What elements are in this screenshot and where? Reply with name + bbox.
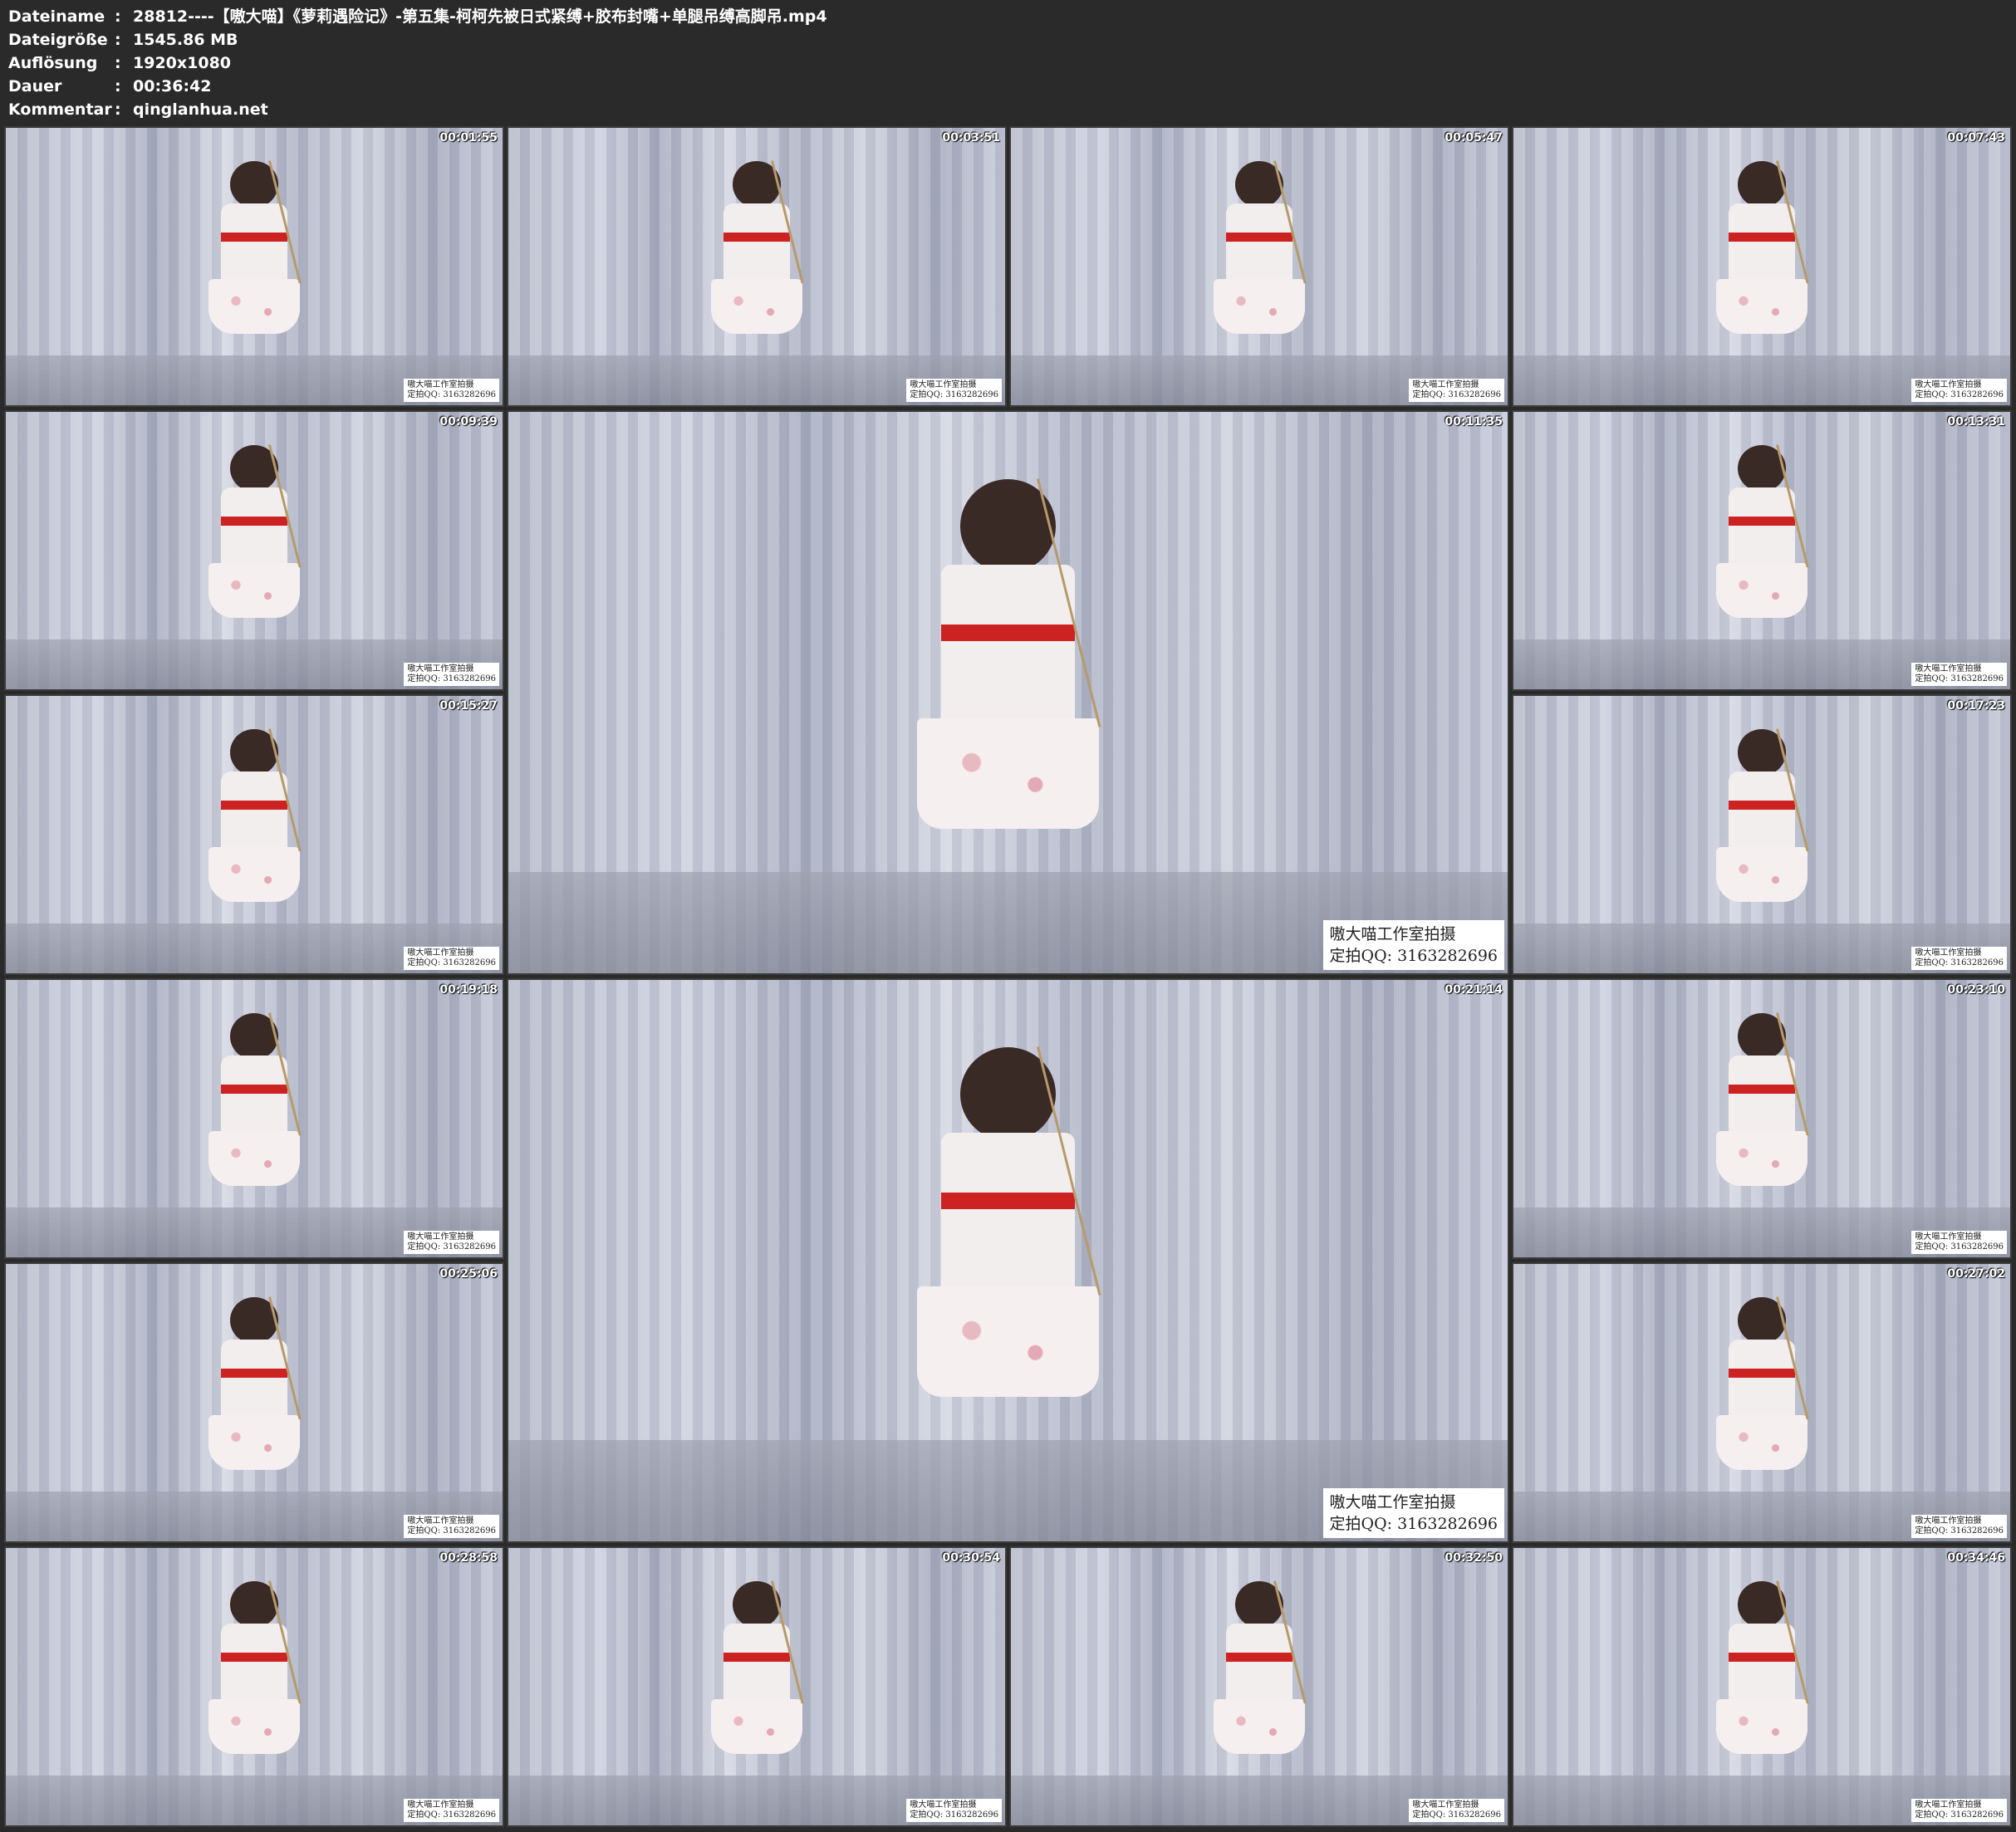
- thumbnail-timestamp: 00:28:58: [439, 1551, 498, 1565]
- thumbnail-timestamp: 00:30:54: [942, 1551, 1000, 1565]
- watermark: 嗷大喵工作室拍摄 定拍QQ: 3163282696: [906, 1799, 1002, 1822]
- video-thumbnail[interactable]: 00:28:58 嗷大喵工作室拍摄 定拍QQ: 3163282696: [4, 1546, 504, 1827]
- watermark: 嗷大喵工作室拍摄 定拍QQ: 3163282696: [404, 663, 499, 686]
- thumbnail-grid: 00:01:55 嗷大喵工作室拍摄 定拍QQ: 3163282696 00:03:…: [0, 0, 2016, 1832]
- thumbnail-figure: [888, 1046, 1128, 1474]
- watermark: 嗷大喵工作室拍摄 定拍QQ: 3163282696: [1911, 1799, 2007, 1822]
- thumbnail-figure: [194, 1296, 314, 1508]
- thumbnail-figure: [1199, 1580, 1319, 1792]
- thumbnail-timestamp: 00:19:18: [439, 983, 498, 997]
- video-thumbnail[interactable]: 00:23:10 嗷大喵工作室拍摄 定拍QQ: 3163282696: [1512, 978, 2012, 1259]
- watermark: 嗷大喵工作室拍摄 定拍QQ: 3163282696: [1911, 379, 2007, 402]
- thumbnail-figure: [194, 1012, 314, 1224]
- video-thumbnail[interactable]: 00:30:54 嗷大喵工作室拍摄 定拍QQ: 3163282696: [507, 1546, 1007, 1827]
- video-thumbnail[interactable]: 00:03:51 嗷大喵工作室拍摄 定拍QQ: 3163282696: [507, 126, 1007, 407]
- watermark: 嗷大喵工作室拍摄 定拍QQ: 3163282696: [1322, 1488, 1504, 1538]
- thumbnail-timestamp: 00:11:35: [1445, 415, 1503, 429]
- thumbnail-timestamp: 00:27:02: [1947, 1267, 2005, 1281]
- thumbnail-figure: [1702, 1580, 1822, 1792]
- video-thumbnail[interactable]: 00:34:46 嗷大喵工作室拍摄 定拍QQ: 3163282696: [1512, 1546, 2012, 1827]
- thumbnail-timestamp: 00:17:23: [1947, 699, 2005, 713]
- thumbnail-figure: [194, 160, 314, 372]
- video-thumbnail[interactable]: 00:01:55 嗷大喵工作室拍摄 定拍QQ: 3163282696: [4, 126, 504, 407]
- video-thumbnail[interactable]: 00:13:31 嗷大喵工作室拍摄 定拍QQ: 3163282696: [1512, 410, 2012, 691]
- thumbnail-timestamp: 00:23:10: [1947, 983, 2005, 997]
- watermark: 嗷大喵工作室拍摄 定拍QQ: 3163282696: [1409, 379, 1504, 402]
- watermark: 嗷大喵工作室拍摄 定拍QQ: 3163282696: [906, 379, 1002, 402]
- thumbnail-figure: [1702, 1012, 1822, 1224]
- thumbnail-timestamp: 00:21:14: [1445, 983, 1503, 997]
- video-thumbnail-large[interactable]: 00:21:14 嗷大喵工作室拍摄 定拍QQ: 3163282696: [507, 978, 1509, 1543]
- thumbnail-figure: [1702, 728, 1822, 940]
- thumbnail-timestamp: 00:32:50: [1445, 1551, 1503, 1565]
- contact-sheet: Dateiname : 28812----【嗷大喵】《萝莉遇险记》-第五集-柯柯…: [0, 0, 2016, 1832]
- thumbnail-figure: [1702, 444, 1822, 656]
- thumbnail-figure: [1702, 160, 1822, 372]
- thumbnail-timestamp: 00:03:51: [942, 131, 1000, 145]
- thumbnail-timestamp: 00:13:31: [1947, 415, 2005, 429]
- thumbnail-timestamp: 00:09:39: [439, 415, 498, 429]
- thumbnail-timestamp: 00:25:06: [439, 1267, 498, 1281]
- video-thumbnail[interactable]: 00:17:23 嗷大喵工作室拍摄 定拍QQ: 3163282696: [1512, 694, 2012, 975]
- thumbnail-figure: [194, 1580, 314, 1792]
- video-thumbnail[interactable]: 00:15:27 嗷大喵工作室拍摄 定拍QQ: 3163282696: [4, 694, 504, 975]
- video-thumbnail[interactable]: 00:19:18 嗷大喵工作室拍摄 定拍QQ: 3163282696: [4, 978, 504, 1259]
- video-thumbnail[interactable]: 00:07:43 嗷大喵工作室拍摄 定拍QQ: 3163282696: [1512, 126, 2012, 407]
- watermark: 嗷大喵工作室拍摄 定拍QQ: 3163282696: [404, 947, 499, 970]
- thumbnail-figure: [194, 444, 314, 656]
- watermark: 嗷大喵工作室拍摄 定拍QQ: 3163282696: [1911, 1231, 2007, 1254]
- video-thumbnail[interactable]: 00:32:50 嗷大喵工作室拍摄 定拍QQ: 3163282696: [1009, 1546, 1509, 1827]
- thumbnail-figure: [1702, 1296, 1822, 1508]
- watermark: 嗷大喵工作室拍摄 定拍QQ: 3163282696: [1409, 1799, 1504, 1822]
- watermark: 嗷大喵工作室拍摄 定拍QQ: 3163282696: [404, 1799, 499, 1822]
- thumbnail-timestamp: 00:05:47: [1445, 131, 1503, 145]
- watermark: 嗷大喵工作室拍摄 定拍QQ: 3163282696: [1911, 947, 2007, 970]
- watermark: 嗷大喵工作室拍摄 定拍QQ: 3163282696: [1911, 663, 2007, 686]
- thumbnail-timestamp: 00:01:55: [439, 131, 498, 145]
- thumbnail-figure: [1199, 160, 1319, 372]
- watermark: 嗷大喵工作室拍摄 定拍QQ: 3163282696: [1911, 1515, 2007, 1538]
- thumbnail-timestamp: 00:07:43: [1947, 131, 2005, 145]
- watermark: 嗷大喵工作室拍摄 定拍QQ: 3163282696: [404, 1515, 499, 1538]
- thumbnail-figure: [194, 728, 314, 940]
- thumbnail-timestamp: 00:34:46: [1947, 1551, 2005, 1565]
- watermark: 嗷大喵工作室拍摄 定拍QQ: 3163282696: [1322, 920, 1504, 970]
- thumbnail-figure: [888, 478, 1128, 906]
- video-thumbnail[interactable]: 00:25:06 嗷大喵工作室拍摄 定拍QQ: 3163282696: [4, 1262, 504, 1543]
- video-thumbnail[interactable]: 00:09:39 嗷大喵工作室拍摄 定拍QQ: 3163282696: [4, 410, 504, 691]
- watermark: 嗷大喵工作室拍摄 定拍QQ: 3163282696: [404, 1231, 499, 1254]
- video-thumbnail[interactable]: 00:27:02 嗷大喵工作室拍摄 定拍QQ: 3163282696: [1512, 1262, 2012, 1543]
- video-thumbnail-large[interactable]: 00:11:35 嗷大喵工作室拍摄 定拍QQ: 3163282696: [507, 410, 1509, 975]
- thumbnail-figure: [697, 1580, 817, 1792]
- video-thumbnail[interactable]: 00:05:47 嗷大喵工作室拍摄 定拍QQ: 3163282696: [1009, 126, 1509, 407]
- thumbnail-timestamp: 00:15:27: [439, 699, 498, 713]
- watermark: 嗷大喵工作室拍摄 定拍QQ: 3163282696: [404, 379, 499, 402]
- thumbnail-figure: [697, 160, 817, 372]
